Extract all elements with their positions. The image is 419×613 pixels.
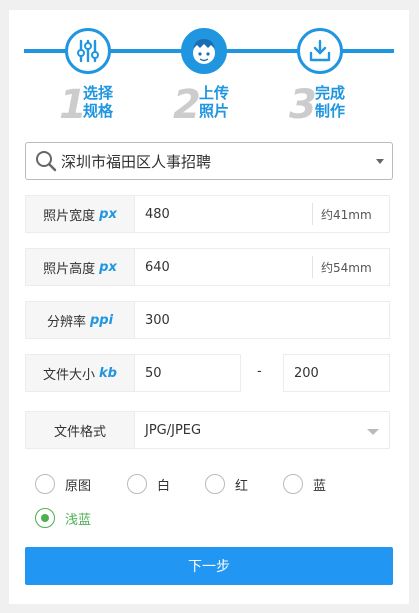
filesize-min-input[interactable]: 50: [134, 354, 241, 392]
download-icon: [309, 39, 331, 62]
filesize-row: 文件大小 kb 50 - 200: [25, 354, 390, 392]
next-step-button[interactable]: 下一步: [25, 547, 393, 585]
radio-blue[interactable]: 蓝: [283, 474, 326, 494]
width-mm-hint: 约41mm: [312, 203, 372, 225]
radio-circle: [127, 474, 147, 494]
step-3-circle: [297, 28, 343, 74]
spec-select-value: 深圳市福田区人事招聘: [61, 152, 212, 171]
radio-circle: [205, 474, 225, 494]
format-select[interactable]: JPG/JPEG: [134, 411, 390, 449]
radio-circle: [35, 508, 55, 528]
step-2-circle: [181, 28, 227, 74]
chevron-down-icon: [367, 429, 379, 435]
dpi-label: 分辨率 ppi: [25, 301, 135, 339]
step-3-number: 3: [289, 82, 317, 128]
radio-light-blue[interactable]: 浅蓝: [35, 508, 91, 528]
step-3-label: 完成 制作: [315, 84, 346, 120]
height-row: 照片高度 px 640 约54mm: [25, 248, 390, 286]
radio-circle: [283, 474, 303, 494]
dpi-row: 分辨率 ppi 300: [25, 301, 390, 339]
format-label: 文件格式: [25, 411, 135, 449]
radio-red[interactable]: 红: [205, 474, 248, 494]
format-row: 文件格式 JPG/JPEG: [25, 411, 390, 449]
filesize-label: 文件大小 kb: [25, 354, 135, 392]
step-1-label: 选择 规格: [83, 84, 114, 120]
step-1-circle: [65, 28, 111, 74]
filesize-max-input[interactable]: 200: [283, 354, 390, 392]
form-card: 1 选择 规格 2 上传 照片 3 完成 制作 深圳市福田区人事招聘 照片宽度 …: [9, 10, 409, 604]
radio-white[interactable]: 白: [127, 474, 170, 494]
radio-circle: [35, 474, 55, 494]
chevron-down-icon: [376, 159, 384, 164]
dpi-input[interactable]: 300: [134, 301, 390, 339]
radio-original[interactable]: 原图: [35, 474, 91, 494]
width-label: 照片宽度 px: [25, 195, 135, 233]
person-avatar-icon: [193, 39, 215, 64]
height-label: 照片高度 px: [25, 248, 135, 286]
search-icon: [36, 151, 57, 172]
step-2-number: 2: [173, 82, 201, 128]
height-mm-hint: 约54mm: [312, 256, 372, 278]
width-row: 照片宽度 px 480 约41mm: [25, 195, 390, 233]
range-dash: -: [257, 364, 262, 379]
sliders-icon: [77, 39, 99, 63]
spec-search-select[interactable]: 深圳市福田区人事招聘: [25, 142, 393, 180]
step-2-label: 上传 照片: [199, 84, 230, 120]
